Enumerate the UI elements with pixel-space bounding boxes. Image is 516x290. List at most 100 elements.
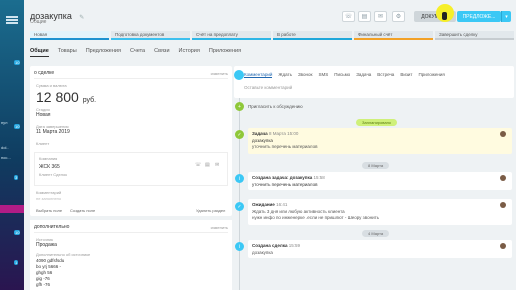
edit-link[interactable]: изменить — [211, 71, 228, 76]
avatar — [500, 202, 506, 208]
client-block: Компания ЖСК 365 Клиент Сделок ☏ ▤ ✉ — [34, 152, 228, 186]
delete-section-link[interactable]: Удалить раздел — [196, 208, 225, 213]
page-subtitle: Общие — [30, 19, 47, 25]
source-info-line: gfh -76 — [36, 282, 51, 287]
feed-tab-comment[interactable]: Комментарий — [244, 72, 273, 78]
tab-history[interactable]: История — [179, 48, 200, 57]
notification-badge: 1 — [14, 260, 19, 265]
created-task-desc[interactable]: уточнить перечень материалов — [252, 182, 318, 187]
tab-proposals[interactable]: Предложения — [86, 48, 121, 57]
invite-link[interactable]: Пригласить к обсуждению — [248, 104, 303, 109]
stage-new[interactable]: Новая — [30, 31, 109, 40]
tab-invoices[interactable]: Счета — [130, 48, 145, 57]
stage-value[interactable]: Новая — [36, 112, 50, 118]
feed-tab-sms[interactable]: SMS — [318, 72, 328, 78]
tab-products[interactable]: Товары — [58, 48, 77, 57]
wait-text: Ждать 3 дня или любую активность клиента — [252, 209, 345, 214]
feed-tabs: Комментарий Ждать Звонок SMS Письмо Зада… — [244, 72, 445, 78]
avatar — [500, 243, 506, 249]
created-task-row: Создана задача: дозакупка 15:58 — [252, 175, 325, 180]
created-deal-row: Создана сделка 15:59 — [252, 243, 300, 248]
feed-tab-visit[interactable]: Визит — [400, 72, 412, 78]
proposal-button[interactable]: ПРЕДЛОЖЕ... — [457, 11, 501, 22]
company-label: Компания — [39, 156, 58, 161]
tab-links[interactable]: Связи — [154, 48, 169, 57]
sidebar-item-label[interactable]: пул — [1, 120, 7, 125]
feed-tab-call[interactable]: Звонок — [298, 72, 313, 78]
card-title: дополнительно — [34, 224, 70, 230]
wait-card[interactable]: Ожидание 16:41 Ждать 3 дня или любую акт… — [248, 199, 512, 225]
sidebar-item-label[interactable]: dol.. — [1, 145, 9, 150]
created-task-card[interactable]: Создана задача: дозакупка 15:58 уточнить… — [248, 172, 512, 190]
divider — [34, 232, 228, 233]
chat-icon: ▤ — [361, 14, 368, 20]
chat-icon[interactable]: ▤ — [205, 162, 210, 168]
create-field-link[interactable]: Создать поле — [70, 208, 95, 213]
stage-prepayment[interactable]: Счёт на предоплату — [192, 31, 271, 40]
avatar — [500, 175, 506, 181]
comment-value[interactable]: не заполнено — [36, 196, 61, 201]
date-value[interactable]: 11 Марта 2019 — [36, 129, 70, 135]
feed-tab-meeting[interactable]: Встреча — [377, 72, 394, 78]
stage-close-deal[interactable]: Завершить сделку — [435, 31, 514, 40]
notification-badge: 3 — [14, 175, 19, 180]
stage-documents[interactable]: Подготовка документов — [111, 31, 190, 40]
source-info-line: gig -76 — [36, 276, 50, 281]
hand-cursor-icon — [442, 12, 447, 20]
menu-icon[interactable] — [6, 16, 18, 18]
activity-feed: Комментарий Ждать Звонок SMS Письмо Зада… — [234, 66, 514, 290]
stage-in-work[interactable]: В работе — [273, 31, 352, 40]
task-icon: ✓ — [235, 130, 244, 139]
tab-apps[interactable]: Приложения — [209, 48, 241, 57]
task-date: 8 Марта 15:00 — [268, 131, 299, 136]
notification-badge: 10 — [14, 124, 21, 129]
sidebar-active-item[interactable] — [0, 205, 24, 213]
deal-panel: дозакупка ✎ Общие ☏ ▤ ✉ ⚙ ДОКУМЕНТ ПРЕДЛ… — [24, 0, 516, 290]
comment-label: Комментарий — [36, 190, 62, 195]
company-name[interactable]: ЖСК 365 — [39, 164, 60, 170]
created-task-time: 15:58 — [313, 175, 325, 180]
amount-value[interactable]: 12 800 руб. — [36, 89, 96, 105]
amount-number: 12 800 — [36, 89, 79, 105]
source-info-line: ghgh 56 — [36, 270, 53, 275]
additional-card: дополнительно изменить Источник Продажа … — [30, 220, 232, 290]
notification-badge: 10 — [14, 230, 21, 235]
chat-button[interactable]: ▤ — [358, 11, 371, 22]
mail-icon[interactable]: ✉ — [215, 162, 219, 168]
feed-tab-wait[interactable]: Ждать — [278, 72, 292, 78]
mail-icon: ✉ — [377, 14, 384, 20]
edit-link[interactable]: изменить — [211, 225, 228, 230]
source-info-line: 4090 gdfsfsdu — [36, 258, 65, 263]
created-deal-card[interactable]: Создана сделка 15:59 дозакупка — [248, 240, 512, 258]
task-card[interactable]: Задача 8 Марта 15:00 дозакупка уточнить … — [248, 128, 512, 154]
phone-icon[interactable]: ☏ — [195, 162, 201, 168]
invite-icon: + — [235, 102, 244, 111]
amount-currency: руб. — [82, 97, 97, 104]
feed-tab-email[interactable]: Письмо — [334, 72, 350, 78]
feed-tab-apps[interactable]: Приложения — [418, 72, 444, 78]
stage-final-invoice[interactable]: Финальный счёт — [354, 31, 433, 40]
created-deal-time: 15:59 — [288, 243, 301, 248]
mail-button[interactable]: ✉ — [374, 11, 387, 22]
notification-badge: 10 — [14, 60, 21, 65]
source-info-label: Дополнительно об источнике — [36, 252, 91, 257]
divider — [34, 78, 228, 79]
menu-icon-line — [6, 22, 18, 24]
sidebar-item-label[interactable]: пос... — [1, 155, 11, 160]
pencil-icon[interactable]: ✎ — [79, 15, 84, 21]
contact-name[interactable]: Клиент Сделок — [39, 172, 67, 177]
info-icon: i — [235, 174, 244, 183]
created-task-title: Создана задача: дозакупка — [252, 175, 313, 180]
phone-button[interactable]: ☏ — [342, 11, 355, 22]
proposal-dropdown-button[interactable]: ▾ — [501, 11, 511, 22]
comment-input[interactable]: Оставьте комментарий — [244, 85, 292, 90]
select-field-link[interactable]: Выбрать поле — [36, 208, 62, 213]
created-deal-title: Создана сделка — [252, 243, 288, 248]
tab-general[interactable]: Общие — [30, 48, 49, 57]
feed-tab-task[interactable]: Задача — [356, 72, 371, 78]
settings-button[interactable]: ⚙ — [392, 11, 405, 22]
source-value[interactable]: Продажа — [36, 242, 57, 248]
date-pill: 4 Марта — [362, 230, 390, 237]
menu-icon-line — [6, 19, 18, 21]
task-name[interactable]: дозакупка — [252, 138, 273, 143]
